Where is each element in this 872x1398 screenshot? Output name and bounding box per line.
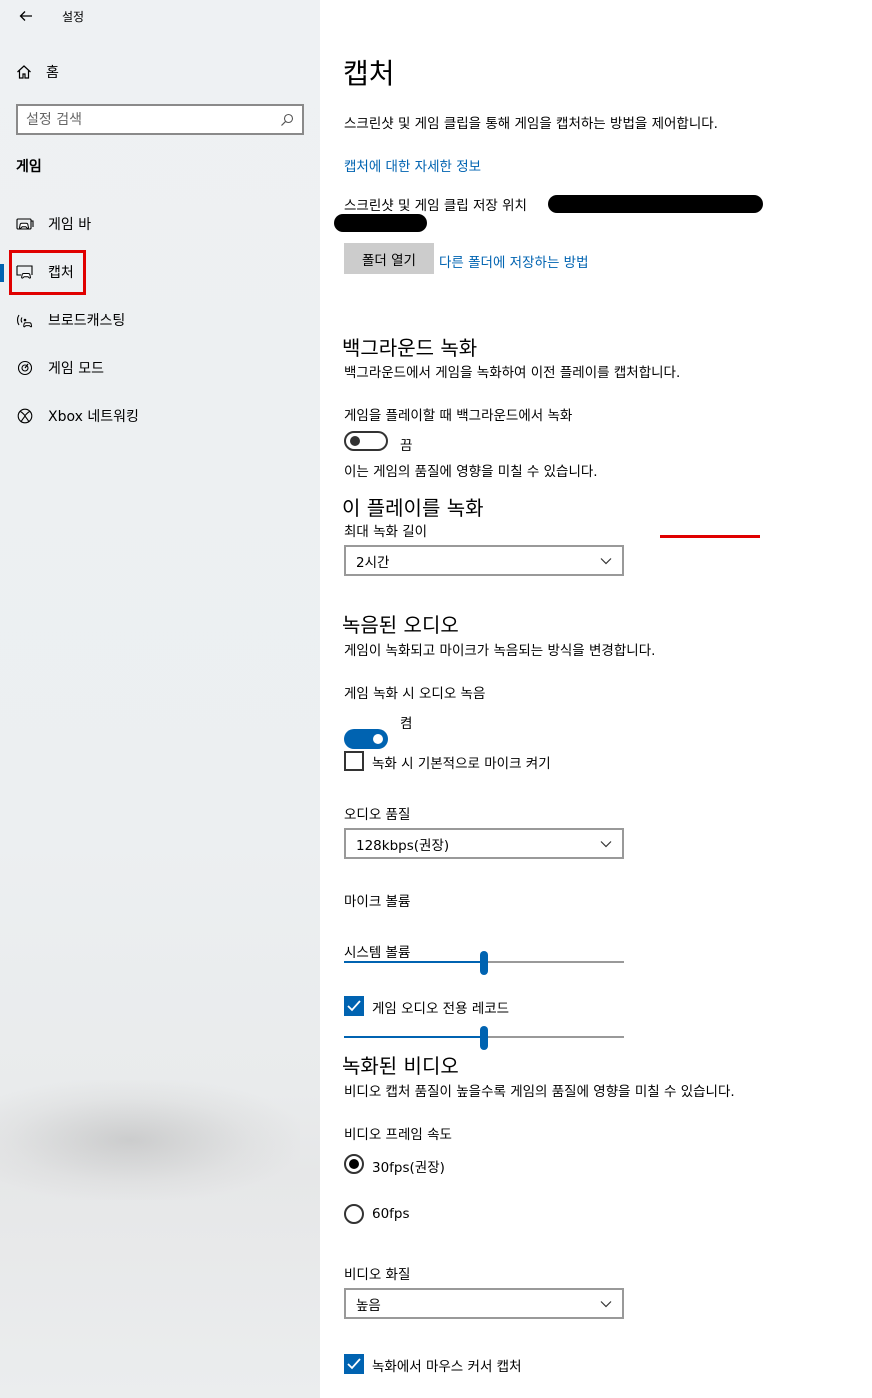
system-volume-slider[interactable] [344, 1026, 624, 1050]
redacted-path-continued [334, 214, 427, 232]
slider-fill [344, 1036, 484, 1038]
settings-search-box[interactable] [16, 104, 304, 135]
sidebar-section-title: 게임 [16, 159, 42, 175]
home-label: 홈 [46, 65, 59, 81]
search-icon[interactable] [280, 113, 294, 127]
mic-default-checkbox[interactable] [344, 751, 364, 771]
video-quality-label: 비디오 화질 [344, 1267, 411, 1283]
sidebar: 설정 홈 게임 게임 바 [0, 0, 320, 1398]
recorded-audio-heading: 녹음된 오디오 [342, 613, 459, 637]
mouse-cursor-label: 녹화에서 마우스 커서 캡처 [372, 1359, 522, 1375]
audio-quality-value: 128kbps(권장) [356, 837, 450, 854]
back-arrow-icon [19, 11, 32, 21]
title-bar: 설정 [16, 6, 84, 26]
main-content: 캡처 스크린샷 및 게임 클립을 통해 게임을 캡처하는 방법을 제어합니다. … [320, 0, 872, 1398]
slider-fill [344, 961, 484, 963]
background-recording-heading: 백그라운드 녹화 [342, 336, 478, 360]
max-length-label: 최대 녹화 길이 [344, 524, 428, 540]
checkmark-icon [347, 1000, 361, 1012]
system-volume-label: 시스템 볼륨 [344, 945, 411, 961]
home-icon [17, 65, 31, 79]
sidebar-item-label: 게임 모드 [48, 361, 104, 377]
record-audio-label: 게임 녹화 시 오디오 녹음 [344, 686, 486, 702]
framerate-60-radio[interactable] [344, 1204, 364, 1224]
broadcast-icon [16, 311, 34, 329]
save-location-label: 스크린샷 및 게임 클립 저장 위치 [344, 198, 527, 214]
open-folder-button[interactable]: 폴더 열기 [344, 243, 434, 274]
video-quality-dropdown[interactable]: 높음 [344, 1288, 624, 1319]
background-quality-note: 이는 게임의 품질에 영향을 미칠 수 있습니다. [344, 464, 598, 480]
record-this-heading: 이 플레이를 녹화 [342, 496, 484, 520]
video-quality-value: 높음 [356, 1297, 381, 1314]
red-underline [660, 535, 760, 538]
slider-thumb[interactable] [480, 1026, 488, 1050]
audio-quality-label: 오디오 품질 [344, 807, 411, 823]
max-length-value: 2시간 [356, 554, 390, 571]
redacted-path [548, 195, 763, 213]
sidebar-item-label: 브로드캐스팅 [48, 313, 126, 329]
page-title: 캡처 [343, 57, 395, 90]
sidebar-item-xbox-networking[interactable]: Xbox 네트워킹 [0, 396, 320, 436]
background-recording-toggle[interactable] [344, 431, 388, 451]
sidebar-item-label: 게임 바 [48, 217, 92, 233]
game-audio-only-checkbox[interactable] [344, 996, 364, 1016]
framerate-label: 비디오 프레임 속도 [344, 1127, 452, 1143]
sidebar-item-label: Xbox 네트워킹 [48, 409, 139, 425]
slider-thumb[interactable] [480, 951, 488, 975]
game-mode-icon [16, 359, 34, 377]
game-bar-icon [16, 215, 34, 233]
record-audio-state: 켬 [400, 716, 413, 732]
xbox-icon [16, 407, 34, 425]
checkmark-icon [347, 1358, 361, 1370]
sidebar-item-game-mode[interactable]: 게임 모드 [0, 348, 320, 388]
other-folder-link[interactable]: 다른 폴더에 저장하는 방법 [439, 251, 589, 271]
framerate-60-label: 60fps [372, 1206, 410, 1222]
recorded-video-heading: 녹화된 비디오 [342, 1054, 459, 1078]
sidebar-item-broadcasting[interactable]: 브로드캐스팅 [0, 300, 320, 340]
record-audio-toggle[interactable] [344, 729, 388, 749]
background-blur [0, 1080, 300, 1200]
back-button[interactable] [16, 6, 36, 26]
window-title: 설정 [62, 9, 85, 24]
mic-default-label: 녹화 시 기본적으로 마이크 켜기 [372, 756, 551, 772]
home-nav-item[interactable]: 홈 [16, 60, 59, 84]
mic-volume-label: 마이크 볼륨 [344, 894, 411, 910]
recorded-video-description: 비디오 캡처 품질이 높을수록 게임의 품질에 영향을 미칠 수 있습니다. [344, 1084, 735, 1100]
audio-quality-dropdown[interactable]: 128kbps(권장) [344, 828, 624, 859]
game-audio-only-label: 게임 오디오 전용 레코드 [372, 1001, 510, 1017]
chevron-down-icon [600, 840, 612, 847]
framerate-30-radio[interactable] [344, 1154, 364, 1174]
framerate-30-label: 30fps(권장) [372, 1160, 445, 1176]
more-info-link[interactable]: 캡처에 대한 자세한 정보 [344, 155, 481, 175]
search-input[interactable] [26, 111, 280, 128]
max-length-dropdown[interactable]: 2시간 [344, 545, 624, 576]
background-toggle-label: 게임을 플레이할 때 백그라운드에서 녹화 [344, 408, 573, 424]
radio-selected-dot [349, 1159, 359, 1169]
mouse-cursor-checkbox[interactable] [344, 1354, 364, 1374]
background-toggle-state: 끔 [400, 438, 413, 454]
chevron-down-icon [600, 557, 612, 564]
highlight-box [9, 250, 86, 295]
background-recording-description: 백그라운드에서 게임을 녹화하여 이전 플레이를 캡처합니다. [344, 365, 681, 381]
sidebar-item-game-bar[interactable]: 게임 바 [0, 204, 320, 244]
page-description: 스크린샷 및 게임 클립을 통해 게임을 캡처하는 방법을 제어합니다. [344, 116, 718, 132]
recorded-audio-description: 게임이 녹화되고 마이크가 녹음되는 방식을 변경합니다. [344, 643, 656, 659]
chevron-down-icon [600, 1300, 612, 1307]
